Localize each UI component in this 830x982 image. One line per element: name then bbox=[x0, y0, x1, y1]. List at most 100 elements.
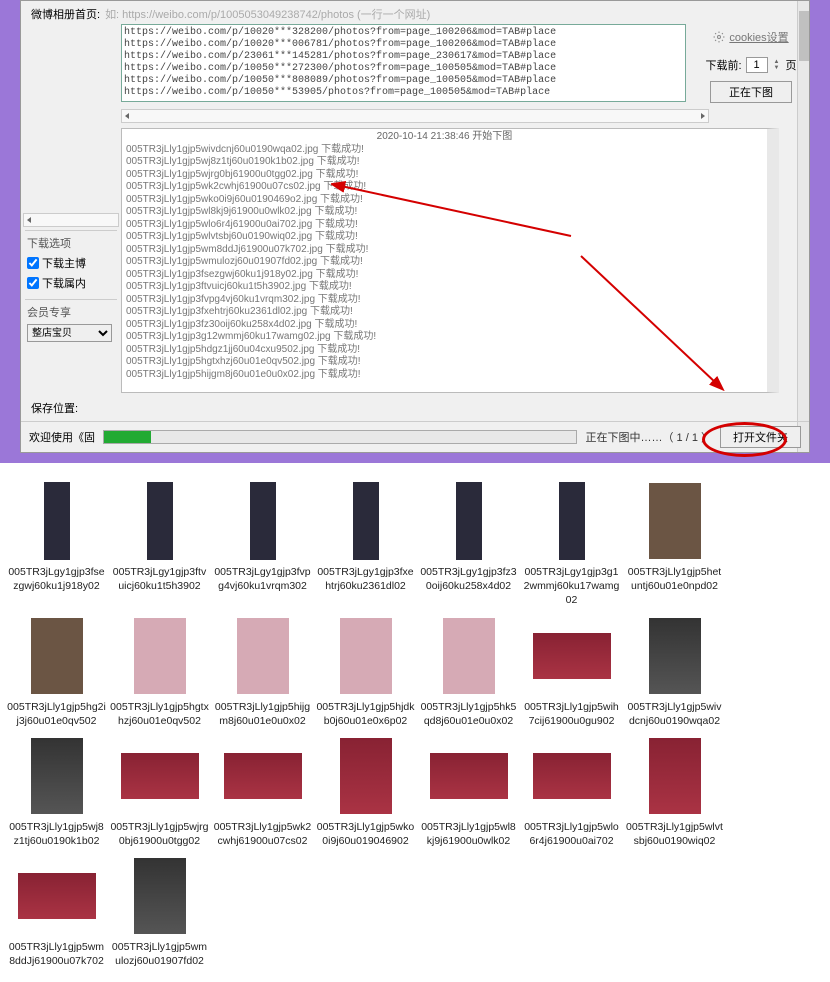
file-item[interactable]: 005TR3jLly1gjp5wko0i9j60u019046902 bbox=[314, 736, 417, 848]
file-item[interactable]: 005TR3jLly1gjp5wm8ddJj61900u07k702 bbox=[5, 856, 108, 968]
file-name: 005TR3jLly1gjp5wj8z1tj60u0190k1b02 bbox=[5, 820, 108, 848]
file-item[interactable]: 005TR3jLly1gjp5hjdkb0j60u01e0x6p02 bbox=[314, 616, 417, 728]
app-window: 微博相册首页: 如: https://weibo.com/p/100505304… bbox=[20, 0, 810, 453]
file-item[interactable]: 005TR3jLly1gjp5hijgm8j60u01e0u0x02 bbox=[211, 616, 314, 728]
file-item[interactable]: 005TR3jLly1gjp5wk2cwhj61900u07cs02 bbox=[211, 736, 314, 848]
file-name: 005TR3jLgy1gjp3ftvuicj60ku1t5h3902 bbox=[108, 565, 211, 593]
log-line: 005TR3jLly1gjp5wko0i9j60u0190469o2.jpg 下… bbox=[126, 194, 763, 207]
file-item[interactable]: 005TR3jLgy1gjp3fvpg4vj60ku1vrqm302 bbox=[211, 481, 314, 608]
file-name: 005TR3jLly1gjp5wih7cij61900u0gu902 bbox=[520, 700, 623, 728]
log-line: 005TR3jLly1gjp3g12wmmj60ku17wamg02.jpg 下… bbox=[126, 331, 763, 344]
progress-bar bbox=[103, 430, 577, 444]
thumbnail bbox=[120, 856, 200, 936]
file-explorer-grid: 005TR3jLgy1gjp3fsezgwj60ku1j918y02005TR3… bbox=[0, 463, 830, 982]
thumbnail bbox=[223, 481, 303, 561]
file-name: 005TR3jLly1gjp5wivdcnj60u0190wqa02 bbox=[623, 700, 726, 728]
thumbnail bbox=[223, 736, 303, 816]
file-item[interactable]: 005TR3jLgy1gjp3fsezgwj60ku1j918y02 bbox=[5, 481, 108, 608]
thumbnail bbox=[429, 616, 509, 696]
file-item[interactable]: 005TR3jLgy1gjp3fz30oij60ku258x4d02 bbox=[417, 481, 520, 608]
store-combo[interactable]: 整店宝贝 bbox=[27, 324, 112, 342]
download-button[interactable]: 正在下图 bbox=[710, 81, 792, 103]
log-line: 005TR3jLly1gjp5hijgm8j60u01e0u0x02.jpg 下… bbox=[126, 369, 763, 382]
log-line: 005TR3jLly1gjp5wivdcnj60u0190wqa02.jpg 下… bbox=[126, 144, 763, 157]
url-label: 微博相册首页: bbox=[31, 6, 100, 22]
thumbnail bbox=[17, 736, 97, 816]
url-hscrollbar[interactable] bbox=[121, 109, 709, 123]
bottom-bar: 欢迎使用《固 正在下图中……（ 1 / 1 ） 打开文件夹 bbox=[21, 421, 809, 452]
left-options-panel: 下载选项 下载主博 下载属内 会员专享 整店宝贝 bbox=[21, 226, 121, 350]
log-line: 005TR3jLly1gjp3fxehtrj60ku2361dl02.jpg 下… bbox=[126, 306, 763, 319]
file-item[interactable]: 005TR3jLly1gjp5wmulozj60u01907fd02 bbox=[108, 856, 211, 968]
member-title: 会员专享 bbox=[27, 304, 115, 320]
thumbnail bbox=[326, 616, 406, 696]
thumbnail bbox=[17, 856, 97, 936]
right-panel: cookies设置 下载前: ▲▼ 页 正在下图 bbox=[701, 29, 801, 103]
file-name: 005TR3jLly1gjp5hjdkb0j60u01e0x6p02 bbox=[314, 700, 417, 728]
log-header: 2020-10-14 21:38:46 开始下图 bbox=[126, 131, 763, 144]
thumbnail bbox=[120, 736, 200, 816]
file-name: 005TR3jLly1gjp5wl8kj9j61900u0wlk02 bbox=[417, 820, 520, 848]
file-item[interactable]: 005TR3jLly1gjp5wivdcnj60u0190wqa02 bbox=[623, 616, 726, 728]
cookies-settings-link[interactable]: cookies设置 bbox=[701, 29, 801, 45]
thumbnail bbox=[120, 616, 200, 696]
log-line: 005TR3jLly1gjp5wl8kj9j61900u0wlk02.jpg 下… bbox=[126, 206, 763, 219]
url-list-input[interactable] bbox=[121, 24, 686, 102]
log-textarea[interactable]: 2020-10-14 21:38:46 开始下图 005TR3jLly1gjp5… bbox=[121, 128, 779, 393]
thumbnail bbox=[120, 481, 200, 561]
thumbnail bbox=[635, 736, 715, 816]
thumbnail bbox=[223, 616, 303, 696]
file-item[interactable]: 005TR3jLly1gjp5wlvtsbj60u0190wiq02 bbox=[623, 736, 726, 848]
file-item[interactable]: 005TR3jLgy1gjp3ftvuicj60ku1t5h3902 bbox=[108, 481, 211, 608]
log-line: 005TR3jLly1gjp5wlo6r4j61900u0ai702.jpg 下… bbox=[126, 219, 763, 232]
options-title: 下载选项 bbox=[27, 235, 115, 251]
file-item[interactable]: 005TR3jLly1gjp5hetuntj60u01e0npd02 bbox=[623, 481, 726, 608]
file-name: 005TR3jLly1gjp5wlvtsbj60u0190wiq02 bbox=[623, 820, 726, 848]
file-name: 005TR3jLly1gjp5wko0i9j60u019046902 bbox=[314, 820, 417, 848]
page-count-input[interactable] bbox=[746, 57, 768, 73]
log-line: 005TR3jLly1gjp5hdgz1jj60u04cxu9502.jpg 下… bbox=[126, 344, 763, 357]
thumbnail bbox=[532, 616, 612, 696]
save-location-row: 保存位置: bbox=[21, 395, 809, 421]
file-item[interactable]: 005TR3jLly1gjp5wj8z1tj60u0190k1b02 bbox=[5, 736, 108, 848]
file-item[interactable]: 005TR3jLly1gjp5wjrg0bj61900u0tgg02 bbox=[108, 736, 211, 848]
url-label-row: 微博相册首页: 如: https://weibo.com/p/100505304… bbox=[21, 1, 809, 24]
thumbnail bbox=[532, 736, 612, 816]
thumbnail bbox=[429, 481, 509, 561]
chk-inside[interactable]: 下载属内 bbox=[27, 275, 115, 291]
file-item[interactable]: 005TR3jLly1gjp5hgtxhzj60u01e0qv502 bbox=[108, 616, 211, 728]
file-item[interactable]: 005TR3jLgy1gjp3g12wmmj60ku17wamg02 bbox=[520, 481, 623, 608]
file-name: 005TR3jLly1gjp5wjrg0bj61900u0tgg02 bbox=[108, 820, 211, 848]
left-hscroll[interactable] bbox=[23, 213, 119, 227]
file-name: 005TR3jLgy1gjp3fz30oij60ku258x4d02 bbox=[417, 565, 520, 593]
file-item[interactable]: 005TR3jLgy1gjp3fxehtrj60ku2361dl02 bbox=[314, 481, 417, 608]
download-before-row: 下载前: ▲▼ 页 bbox=[701, 57, 801, 73]
file-item[interactable]: 005TR3jLly1gjp5wih7cij61900u0gu902 bbox=[520, 616, 623, 728]
save-label: 保存位置: bbox=[31, 403, 78, 415]
thumbnail bbox=[17, 616, 97, 696]
thumbnail bbox=[326, 481, 406, 561]
chk-main[interactable]: 下载主博 bbox=[27, 255, 115, 271]
file-item[interactable]: 005TR3jLly1gjp5wlo6r4j61900u0ai702 bbox=[520, 736, 623, 848]
gear-icon bbox=[713, 31, 725, 43]
cookies-label: cookies设置 bbox=[729, 29, 788, 45]
file-name: 005TR3jLgy1gjp3fsezgwj60ku1j918y02 bbox=[5, 565, 108, 593]
log-line: 005TR3jLly1gjp3ftvuicj60ku1t5h3902.jpg 下… bbox=[126, 281, 763, 294]
file-item[interactable]: 005TR3jLly1gjp5wl8kj9j61900u0wlk02 bbox=[417, 736, 520, 848]
file-item[interactable]: 005TR3jLly1gjp5hg2ij3j60u01e0qv502 bbox=[5, 616, 108, 728]
log-line: 005TR3jLly1gjp5wk2cwhj61900u07cs02.jpg 下… bbox=[126, 181, 763, 194]
thumbnail bbox=[532, 481, 612, 561]
log-line: 005TR3jLly1gjp3fsezgwj60ku1j918y02.jpg 下… bbox=[126, 269, 763, 282]
file-item[interactable]: 005TR3jLly1gjp5hk5qd8j60u01e0u0x02 bbox=[417, 616, 520, 728]
log-line: 005TR3jLly1gjp5wm8ddJj61900u07k702.jpg 下… bbox=[126, 244, 763, 257]
spinner[interactable]: ▲▼ bbox=[772, 59, 782, 71]
thumbnail bbox=[17, 481, 97, 561]
log-line: 005TR3jLly1gjp5hgtxhzj60u01e0qv502.jpg 下… bbox=[126, 356, 763, 369]
file-name: 005TR3jLly1gjp5wk2cwhj61900u07cs02 bbox=[211, 820, 314, 848]
log-line: 005TR3jLly1gjp5wjrg0bj61900u0tgg02.jpg 下… bbox=[126, 169, 763, 182]
file-name: 005TR3jLly1gjp5hgtxhzj60u01e0qv502 bbox=[108, 700, 211, 728]
file-name: 005TR3jLgy1gjp3g12wmmj60ku17wamg02 bbox=[520, 565, 623, 608]
app-area: 微博相册首页: 如: https://weibo.com/p/100505304… bbox=[0, 0, 830, 463]
file-name: 005TR3jLgy1gjp3fvpg4vj60ku1vrqm302 bbox=[211, 565, 314, 593]
open-folder-button[interactable]: 打开文件夹 bbox=[720, 426, 801, 448]
